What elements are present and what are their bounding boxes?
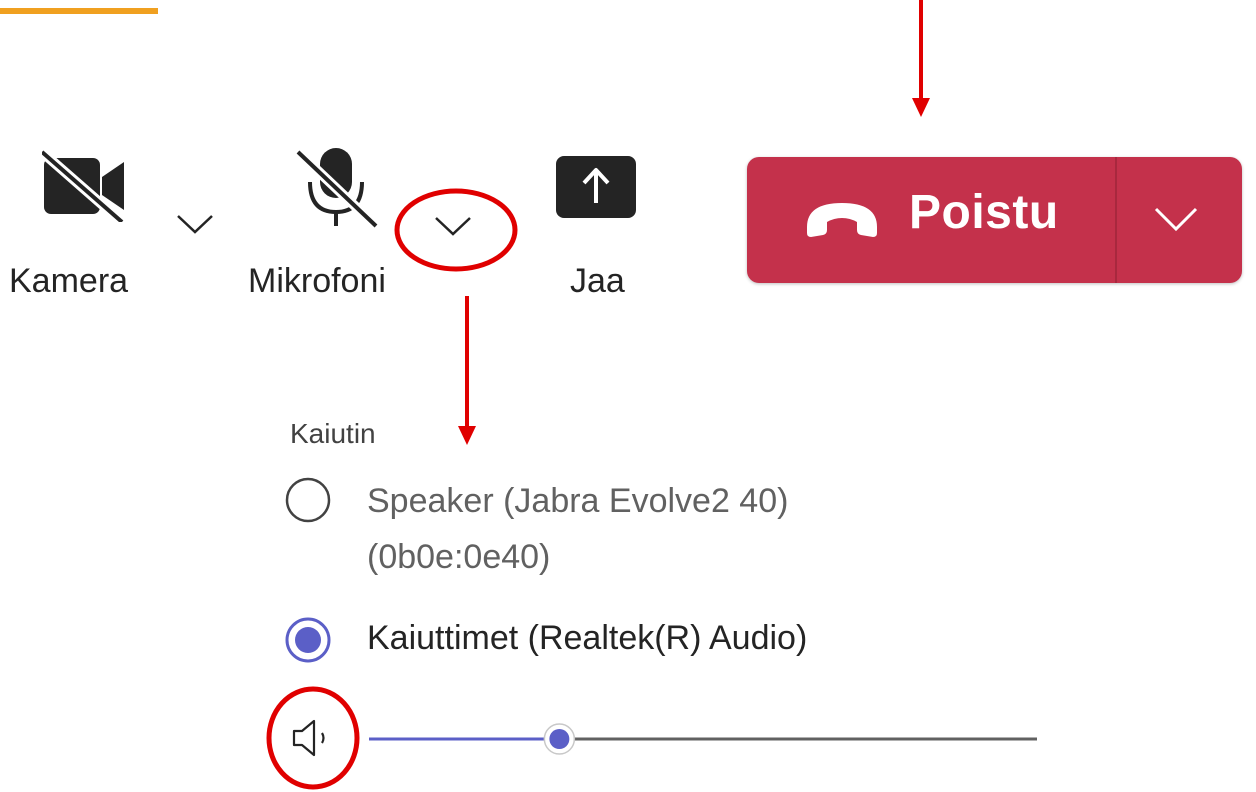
microphone-options-button[interactable] (433, 214, 473, 238)
video-off-icon[interactable] (42, 150, 128, 222)
active-tab-indicator (0, 8, 158, 14)
chevron-down-icon (177, 215, 213, 234)
speaker-option-jabra[interactable]: Speaker (Jabra Evolve2 40) (0b0e:0e40) (283, 473, 903, 603)
speaker-option-realtek-name: Kaiuttimet (Realtek(R) Audio) (367, 619, 808, 657)
microphone-label[interactable]: Mikrofoni (248, 262, 386, 301)
radio-selected-icon[interactable] (283, 615, 333, 665)
speaker-volume-icon[interactable] (290, 718, 340, 763)
speaker-option-realtek[interactable]: Kaiuttimet (Realtek(R) Audio) (283, 610, 903, 670)
radio-unselected-icon[interactable] (283, 475, 333, 525)
share-screen-icon[interactable] (555, 155, 637, 219)
camera-label[interactable]: Kamera (9, 262, 128, 301)
share-label[interactable]: Jaa (570, 262, 625, 301)
leave-label: Poistu (909, 186, 1059, 239)
phone-hangup-icon (807, 203, 877, 237)
leave-divider (1115, 157, 1117, 283)
leave-button[interactable]: Poistu (747, 157, 1115, 283)
volume-slider-thumb[interactable] (543, 723, 576, 755)
speaker-option-jabra-id: (0b0e:0e40) (367, 538, 551, 576)
tutorial-annotations (266, 0, 930, 790)
chevron-down-icon (435, 217, 471, 236)
leave-button-group: Poistu (747, 157, 1242, 283)
leave-options-chevron-icon[interactable] (1132, 197, 1220, 243)
speaker-section-title: Kaiutin (290, 418, 376, 449)
camera-options-button[interactable] (175, 212, 215, 236)
volume-slider[interactable] (369, 722, 1039, 756)
mic-off-icon[interactable] (296, 146, 382, 230)
speaker-option-jabra-name: Speaker (Jabra Evolve2 40) (367, 482, 789, 520)
